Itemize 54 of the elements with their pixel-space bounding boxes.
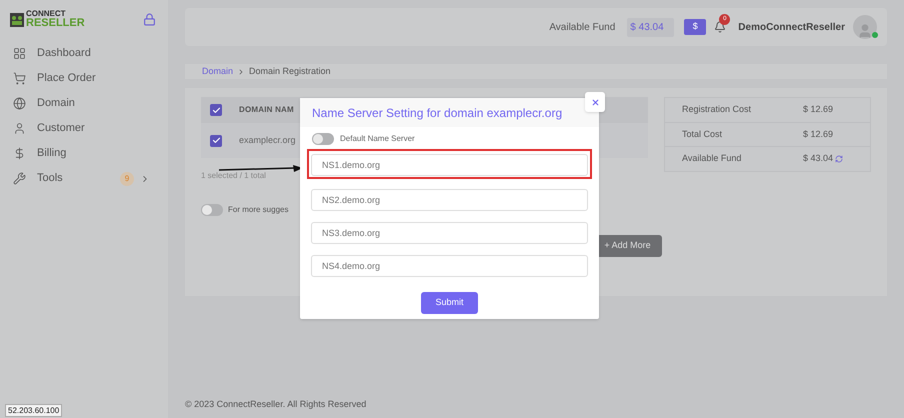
nameserver-field[interactable]: NS4.demo.org: [311, 255, 588, 277]
bell-icon[interactable]: [714, 21, 726, 33]
nameserver-field[interactable]: NS1.demo.org: [311, 154, 588, 176]
fund-value: $ 43.04: [627, 18, 674, 36]
toggle-switch[interactable]: [201, 204, 223, 216]
sidebar-item[interactable]: Place Order: [10, 66, 158, 91]
sidebar-label: Dashboard: [37, 46, 92, 62]
check-icon: [212, 106, 220, 114]
cost-value: $ 12.69: [803, 128, 834, 141]
sidebar-item[interactable]: Dashboard: [10, 41, 158, 66]
toggle-label: For more sugges: [228, 204, 288, 216]
sidebar-item[interactable]: Tools 9: [10, 166, 158, 191]
cost-label: Registration Cost: [682, 103, 752, 116]
ip-tooltip: 52.203.60.100: [5, 404, 62, 417]
checkbox[interactable]: [210, 134, 222, 146]
refresh-icon[interactable]: [835, 155, 844, 164]
cost-label: Available Fund: [682, 152, 742, 166]
sidebar-item[interactable]: Customer: [10, 116, 158, 141]
breadcrumb-link[interactable]: Domain: [202, 64, 234, 78]
sidebar-label: Billing: [37, 146, 68, 162]
close-icon: [590, 98, 600, 106]
fund-label: Available Fund: [549, 20, 616, 34]
cost-label: Total Cost: [682, 128, 724, 141]
sidebar-label: Domain: [37, 96, 76, 112]
sidebar-label: Customer: [37, 121, 86, 136]
table-cell-text: examplecr.org: [239, 134, 296, 147]
nameserver-field[interactable]: NS2.demo.org: [311, 189, 588, 211]
lock-icon[interactable]: [143, 13, 156, 26]
breadcrumb-text: Domain Registration: [249, 64, 331, 78]
toggle-switch[interactable]: [312, 133, 334, 145]
submit-button[interactable]: Submit: [421, 292, 478, 314]
close-button[interactable]: [585, 92, 605, 112]
sidebar-label: Tools: [37, 171, 64, 186]
column-header: DOMAIN NAM: [239, 104, 294, 116]
cost-value: $ 12.69: [803, 103, 834, 116]
currency-button[interactable]: $: [684, 19, 706, 35]
count-badge: 9: [120, 172, 134, 186]
modal-title: Name Server Setting for domain examplecr.org: [312, 104, 562, 122]
logo-icon: [10, 10, 24, 28]
logo-text: RESELLER: [26, 18, 85, 29]
user-name[interactable]: DemoConnectReseller: [738, 20, 845, 34]
sidebar-item[interactable]: Billing: [10, 141, 158, 166]
toggle-label: Default Name Server: [340, 133, 415, 145]
footer-text: © 2023 ConnectReseller. All Rights Reserved: [185, 398, 368, 411]
logo-text: CONNECT: [26, 10, 67, 18]
avatar[interactable]: [853, 15, 877, 39]
sidebar-item[interactable]: Domain: [10, 91, 158, 116]
check-icon: [212, 136, 220, 145]
user-icon: [857, 23, 873, 39]
checkbox[interactable]: [210, 104, 222, 116]
selection-summary: 1 selected / 1 total: [201, 170, 267, 182]
cost-value: $ 43.04: [803, 152, 834, 166]
nameserver-field[interactable]: NS3.demo.org: [311, 222, 588, 244]
sidebar-label: Place Order: [37, 71, 97, 86]
